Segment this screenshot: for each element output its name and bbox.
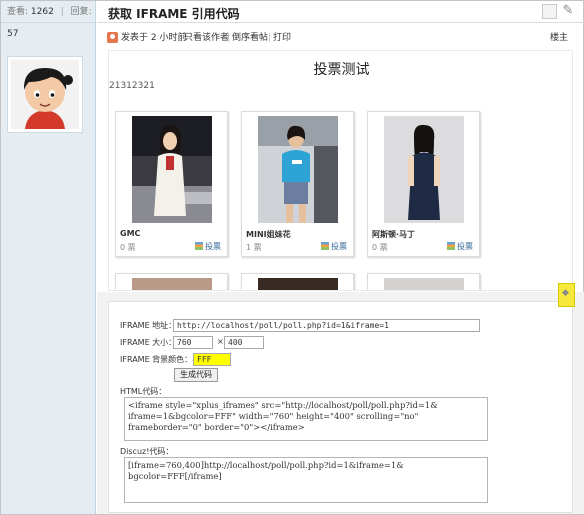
option-votes: 0 票 xyxy=(372,243,388,252)
photo-image xyxy=(384,116,464,223)
iframe-bgcolor-label: IFRAME 背景颜色：# xyxy=(120,355,199,364)
iframe-size-label: IFRAME 大小： xyxy=(120,338,177,347)
option-photo[interactable] xyxy=(384,116,464,223)
iframe-url-input[interactable]: http://localhost/poll/poll.php?id=1&ifra… xyxy=(173,319,480,332)
embedded-poll-iframe: 投票测试 21312321 GMC 0 票 投票 MINI姐妹花 1 票 投票 … xyxy=(108,50,573,291)
reverse-order-link[interactable]: 倒序看帖 xyxy=(232,28,268,48)
discuz-code-label: Discuz!代码： xyxy=(120,447,174,456)
views-label: 查看: xyxy=(7,7,29,17)
author-icon xyxy=(107,32,118,43)
vote-button[interactable]: 投票 xyxy=(447,241,473,252)
option-name: GMC xyxy=(120,229,141,238)
thread-window: 查看: 1262 | 回复: 57 获取 IFRAME 引用代码 ✎ 发表于 2… xyxy=(0,0,584,515)
poll-option-card-partial xyxy=(241,273,354,290)
code-generator-panel: IFRAME 地址： http://localhost/poll/poll.ph… xyxy=(97,292,584,514)
vote-icon xyxy=(195,242,203,250)
stats-divider: | xyxy=(60,7,64,17)
code-generator-form: IFRAME 地址： http://localhost/poll/poll.ph… xyxy=(108,301,573,513)
replies-label: 回复: xyxy=(70,7,92,17)
photo-image xyxy=(258,116,338,223)
option-photo[interactable] xyxy=(132,278,212,290)
iframe-bgcolor-input[interactable]: FFF xyxy=(193,353,231,366)
post-time: 发表于 2 小时前 xyxy=(121,33,187,43)
generate-code-button[interactable]: 生成代码 xyxy=(174,368,218,382)
iframe-url-label: IFRAME 地址： xyxy=(120,321,177,330)
poll-option-card: MINI姐妹花 1 票 投票 xyxy=(241,111,354,257)
author-sidebar: 查看: 1262 | 回复: 57 xyxy=(1,1,96,514)
option-votes: 1 票 xyxy=(246,243,262,252)
user-avatar-icon xyxy=(11,60,79,129)
only-author-link[interactable]: 只看该作者 xyxy=(184,28,229,48)
discuz-code-textarea[interactable]: [iframe=760,400]http://localhost/poll/po… xyxy=(124,457,488,503)
html-code-textarea[interactable]: <iframe style="xplus_iframes" src="http:… xyxy=(124,397,488,441)
avatar[interactable] xyxy=(7,56,83,133)
poll-option-card: 阿斯顿·马丁 0 票 投票 xyxy=(367,111,480,257)
post-area: 获取 IFRAME 引用代码 ✎ 发表于 2 小时前 | 只看该作者 | 倒序看… xyxy=(97,1,584,514)
option-name: 阿斯顿·马丁 xyxy=(372,230,416,239)
option-votes: 0 票 xyxy=(120,243,136,252)
meta-divider: | xyxy=(227,33,231,43)
wrench-icon[interactable]: ✎ xyxy=(560,3,576,19)
resize-handle-icon[interactable] xyxy=(558,283,575,307)
thread-title: 获取 IFRAME 引用代码 xyxy=(108,7,240,21)
iframe-height-input[interactable]: 400 xyxy=(224,336,264,349)
vote-label: 投票 xyxy=(457,242,473,251)
vote-button[interactable]: 投票 xyxy=(321,241,347,252)
poll-title: 投票测试 xyxy=(313,62,370,78)
poll-option-card: GMC 0 票 投票 xyxy=(115,111,228,257)
vote-button[interactable]: 投票 xyxy=(195,241,221,252)
post-meta-bar: 发表于 2 小时前 | 只看该作者 | 倒序看帖 | 打印 楼主 xyxy=(97,28,584,48)
poll-option-card-partial xyxy=(115,273,228,290)
floor-label: 楼主 xyxy=(549,33,568,43)
vote-label: 投票 xyxy=(205,242,221,251)
option-photo[interactable] xyxy=(258,278,338,290)
vote-label: 投票 xyxy=(331,242,347,251)
html-code-label: HTML代码： xyxy=(120,387,167,396)
checkbox-button[interactable] xyxy=(542,4,557,19)
iframe-width-input[interactable]: 760 xyxy=(173,336,213,349)
thread-header: 获取 IFRAME 引用代码 ✎ xyxy=(97,1,584,23)
views-count: 1262 xyxy=(30,7,54,17)
vote-icon xyxy=(321,242,329,250)
poll-description: 21312321 xyxy=(109,81,155,91)
photo-image xyxy=(132,116,212,223)
option-photo[interactable] xyxy=(258,116,338,223)
meta-divider: | xyxy=(268,33,272,43)
meta-divider: | xyxy=(178,33,182,43)
vote-icon xyxy=(447,242,455,250)
print-link[interactable]: 打印 xyxy=(273,28,291,48)
poll-option-card-partial xyxy=(367,273,480,290)
times-sign: × xyxy=(217,337,224,346)
option-name: MINI姐妹花 xyxy=(246,230,291,239)
option-photo[interactable] xyxy=(384,278,464,290)
option-photo[interactable] xyxy=(132,116,212,223)
thread-stats: 查看: 1262 | 回复: 57 xyxy=(1,1,95,39)
replies-count: 57 xyxy=(7,29,19,39)
